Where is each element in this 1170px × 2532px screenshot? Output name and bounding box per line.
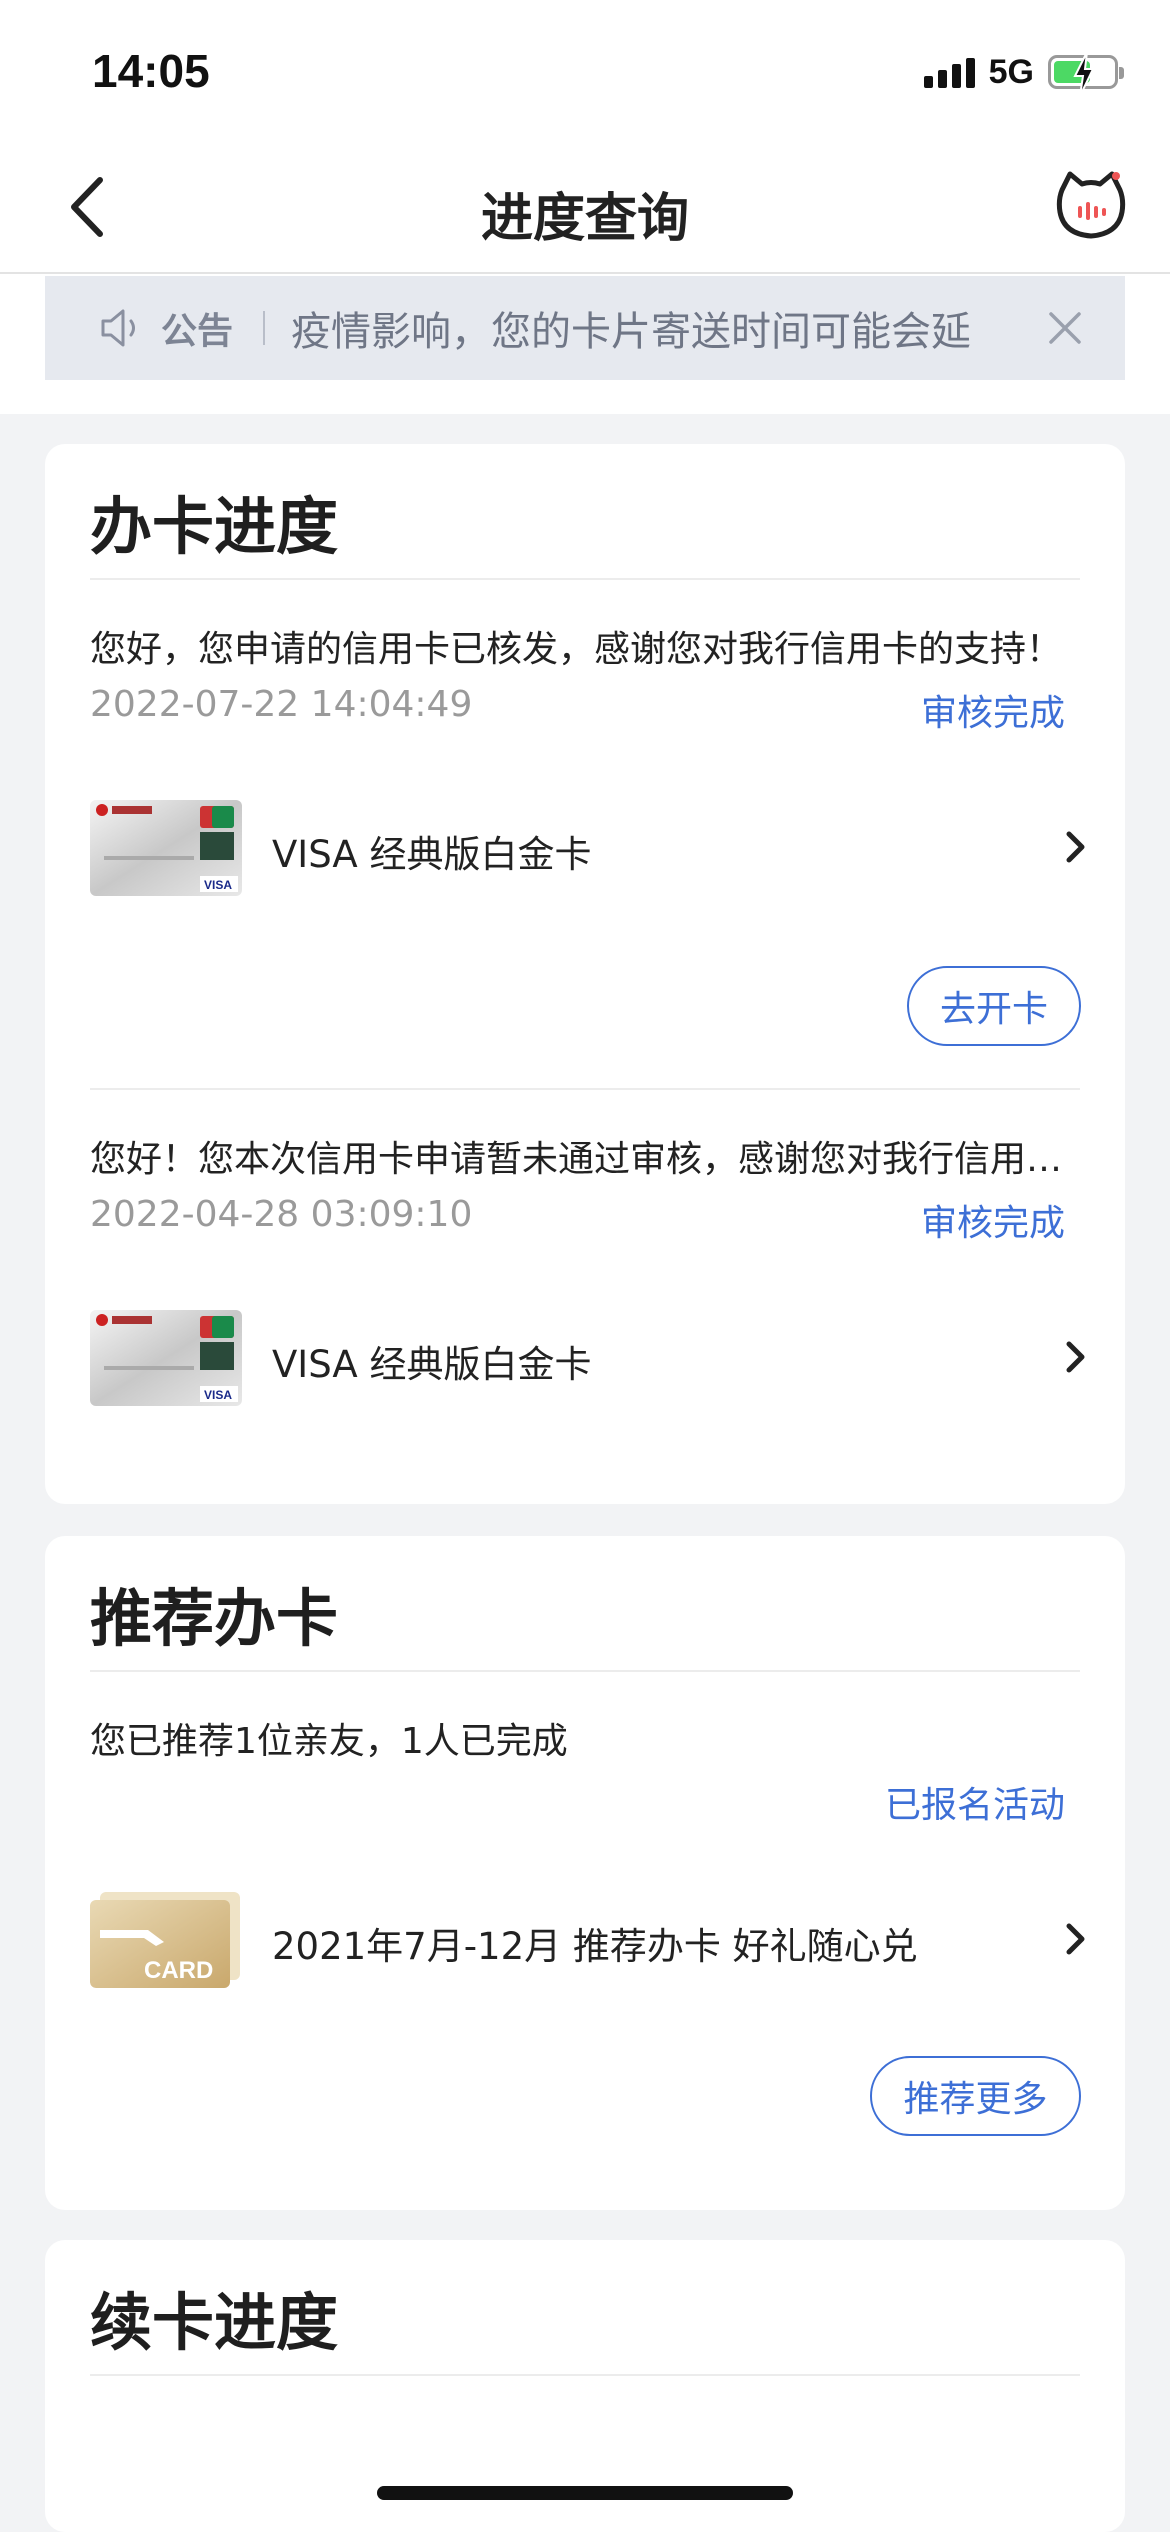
card-name: VISA 经典版白金卡 [272,1343,592,1386]
card-title: 办卡进度 [90,490,339,563]
chevron-right-icon [1066,1923,1085,1955]
progress-message: 您好！您本次信用卡申请暂未通过审核，感谢您对我行信用卡的支持！ [90,1139,1080,1180]
recommend-card: 推荐办卡 您已推荐1位亲友，1人已完成 已报名活动 CARD 2021年7月-1… [45,1536,1125,2210]
progress-time: 2022-07-22 14:04:49 [90,684,473,725]
chevron-right-icon [1066,1341,1085,1373]
status-badge: 已报名活动 [884,1785,1065,1826]
progress-time: 2022-04-28 03:09:10 [90,1194,473,1235]
status-indicators: 5G [923,52,1124,96]
card-thumb-text: CARD [144,1957,213,1984]
chevron-right-icon [1066,831,1085,863]
recommend-summary: 您已推荐1位亲友，1人已完成 [90,1721,568,1762]
speaker-icon [101,309,135,347]
status-bar: 14:05 5G [0,0,1170,140]
svg-text:VISA: VISA [204,1388,232,1402]
close-icon[interactable] [1043,306,1087,350]
activate-card-button[interactable]: 去开卡 [907,966,1081,1046]
notice-banner[interactable]: 公告 疫情影响，您的卡片寄送时间可能会延 [45,276,1125,380]
home-indicator [377,2486,793,2500]
divider [90,1088,1080,1090]
card-title: 续卡进度 [90,2286,339,2359]
svg-text:VISA: VISA [204,878,232,892]
signal-icon [923,56,975,88]
activity-row[interactable]: CARD 2021年7月-12月 推荐办卡 好礼随心兑 [90,1888,1090,1988]
activity-card-image: CARD [90,1892,242,1988]
network-label: 5G [988,52,1034,91]
divider [90,2374,1080,2376]
status-badge: 审核完成 [920,693,1065,734]
credit-card-image: VISA [90,800,242,896]
notice-text: 疫情影响，您的卡片寄送时间可能会延 [291,309,972,355]
card-row[interactable]: VISA VISA 经典版白金卡 [90,796,1090,896]
card-title: 推荐办卡 [90,1582,339,1655]
divider [90,1670,1080,1672]
nav-bar: 进度查询 [0,140,1170,274]
apply-progress-card: 办卡进度 您好，您申请的信用卡已核发，感谢您对我行信用卡的支持！ 2022-07… [45,444,1125,1504]
card-row[interactable]: VISA VISA 经典版白金卡 [90,1306,1090,1406]
notice-divider [263,311,266,345]
status-time: 14:05 [92,45,210,97]
battery-icon [1048,52,1124,96]
card-name: VISA 经典版白金卡 [272,833,592,876]
notice-label: 公告 [161,311,234,352]
status-badge: 审核完成 [920,1203,1065,1244]
recommend-more-button[interactable]: 推荐更多 [870,2056,1081,2136]
notice-section: 公告 疫情影响，您的卡片寄送时间可能会延 [0,274,1170,414]
page-title: 进度查询 [480,189,689,249]
divider [90,578,1080,580]
progress-message: 您好，您申请的信用卡已核发，感谢您对我行信用卡的支持！ [90,629,1063,670]
assistant-mascot-icon[interactable] [1056,170,1126,240]
credit-card-image: VISA [90,1310,242,1406]
activity-name: 2021年7月-12月 推荐办卡 好礼随心兑 [272,1925,918,1968]
